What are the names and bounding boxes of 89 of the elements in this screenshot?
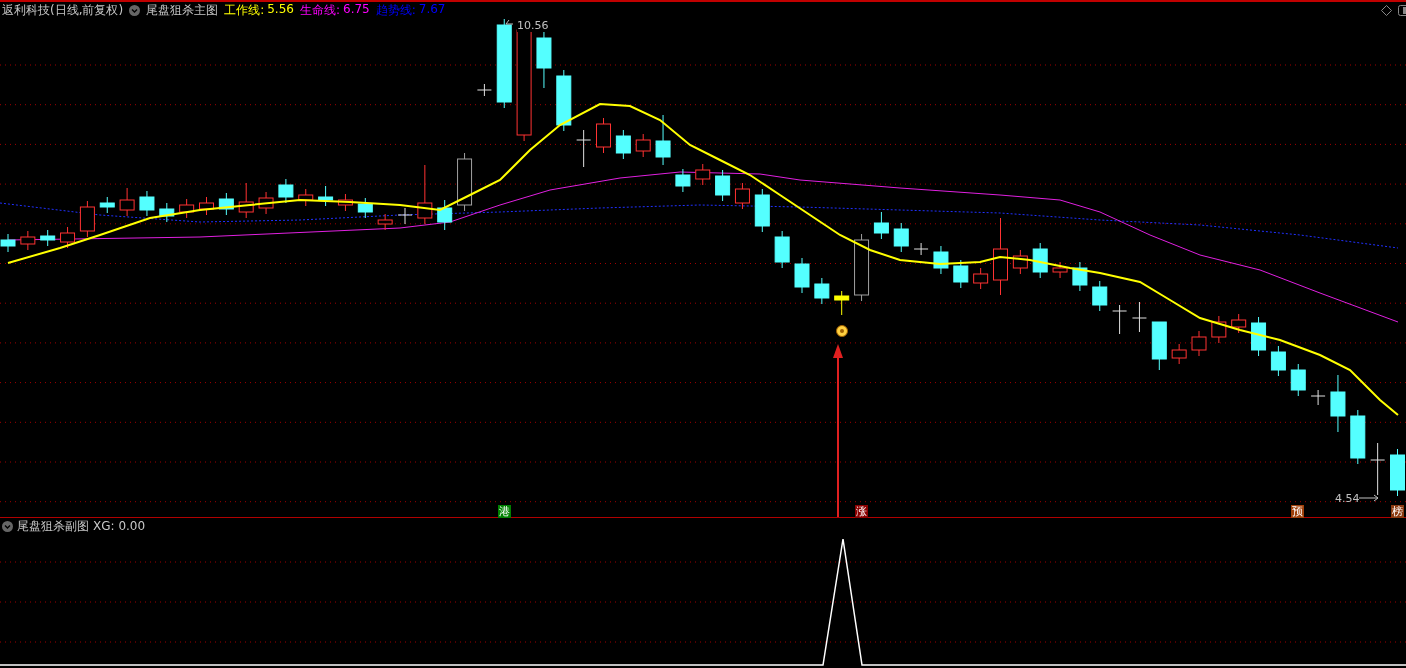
dropdown-icon[interactable]	[129, 4, 141, 16]
candlestick	[1112, 304, 1128, 335]
signal-marker: 涨	[855, 505, 868, 518]
stock-title: 返利科技(日线,前复权)	[2, 1, 124, 19]
candlestick	[1191, 330, 1207, 357]
candlestick	[1350, 409, 1366, 465]
diamond-icon[interactable]	[1381, 4, 1392, 16]
candlestick	[913, 242, 929, 256]
candlestick	[1310, 389, 1326, 406]
candlestick	[476, 83, 492, 97]
candlestick	[814, 277, 830, 305]
candlestick	[715, 169, 731, 202]
candlestick	[794, 257, 810, 294]
candlestick	[1211, 315, 1227, 344]
candlestick	[0, 233, 16, 253]
candlestick	[457, 152, 473, 212]
candlestick	[199, 196, 214, 216]
candlestick	[1231, 313, 1247, 334]
candlestick	[873, 211, 889, 240]
candlestick	[635, 133, 651, 158]
high-price-label: 10.56	[517, 19, 549, 32]
panel-toggle-icon[interactable]	[1398, 4, 1406, 16]
indicator-value: 5.56	[267, 1, 294, 18]
candlestick	[1131, 301, 1147, 333]
candlestick	[615, 129, 631, 160]
candlestick	[933, 245, 949, 275]
candlestick	[1171, 343, 1187, 365]
candlestick	[357, 197, 373, 219]
candlestick	[1290, 363, 1306, 397]
candlestick	[417, 164, 433, 225]
candlestick	[40, 229, 56, 247]
indicator-label: 生命线:	[299, 1, 340, 19]
candlestick	[377, 213, 393, 231]
candlestick	[278, 178, 294, 204]
indicator-label: 趋势线:	[375, 1, 416, 19]
sub-chart-reading: XG: 0.00	[93, 519, 146, 533]
candlestick	[854, 233, 870, 302]
candlestick	[953, 259, 969, 289]
candlestick	[1151, 321, 1167, 371]
candlestick	[79, 200, 95, 238]
indicator-label: 工作线:	[224, 1, 265, 19]
candlestick	[754, 188, 770, 233]
candlestick	[318, 185, 334, 207]
candlestick	[1251, 316, 1267, 357]
low-price-label: 4.54	[1335, 492, 1360, 505]
candlestick	[556, 69, 572, 132]
candlestick	[1072, 261, 1088, 292]
candlestick	[99, 196, 115, 214]
candlestick	[1032, 242, 1048, 279]
candlestick	[20, 230, 36, 251]
candlestick	[1390, 448, 1405, 497]
candlestick	[397, 207, 413, 225]
signal-marker: 港	[498, 505, 511, 518]
indicator-value: 7.67	[418, 1, 446, 18]
indicator-value: 6.75	[343, 1, 370, 18]
candlestick	[179, 198, 195, 219]
dropdown-icon[interactable]	[2, 520, 13, 532]
candlestick	[695, 163, 711, 186]
candlestick	[834, 290, 850, 316]
candlestick	[258, 191, 274, 215]
candlestick	[218, 192, 234, 216]
candlestick	[774, 230, 790, 269]
candlestick	[437, 199, 453, 231]
candlestick	[655, 114, 671, 166]
candlestick	[139, 190, 155, 217]
indicator-name: 尾盘狙杀主图	[146, 1, 219, 19]
candlestick	[973, 267, 989, 290]
candlestick	[119, 187, 135, 217]
pointer-arrow-icon	[505, 19, 513, 25]
candlestick	[1330, 374, 1346, 433]
candlestick	[238, 182, 254, 219]
candlestick	[675, 168, 691, 193]
candlestick	[893, 222, 909, 253]
candlestick	[1370, 442, 1386, 496]
candlestick	[159, 202, 175, 223]
candlestick	[734, 182, 750, 210]
sub-chart-title: 尾盘狙杀副图	[17, 517, 89, 535]
signal-marker: 榜	[1391, 505, 1404, 518]
candlestick	[1052, 261, 1068, 279]
candlestick	[576, 129, 592, 168]
candlestick	[60, 226, 76, 249]
candlestick	[1012, 249, 1028, 275]
pointer-arrow-icon	[1359, 494, 1379, 502]
candlestick	[337, 193, 353, 212]
candlestick	[1270, 345, 1286, 377]
candlestick	[596, 117, 611, 154]
candlestick	[1092, 280, 1108, 312]
candlestick	[298, 188, 314, 207]
signal-marker: 预	[1291, 505, 1304, 518]
